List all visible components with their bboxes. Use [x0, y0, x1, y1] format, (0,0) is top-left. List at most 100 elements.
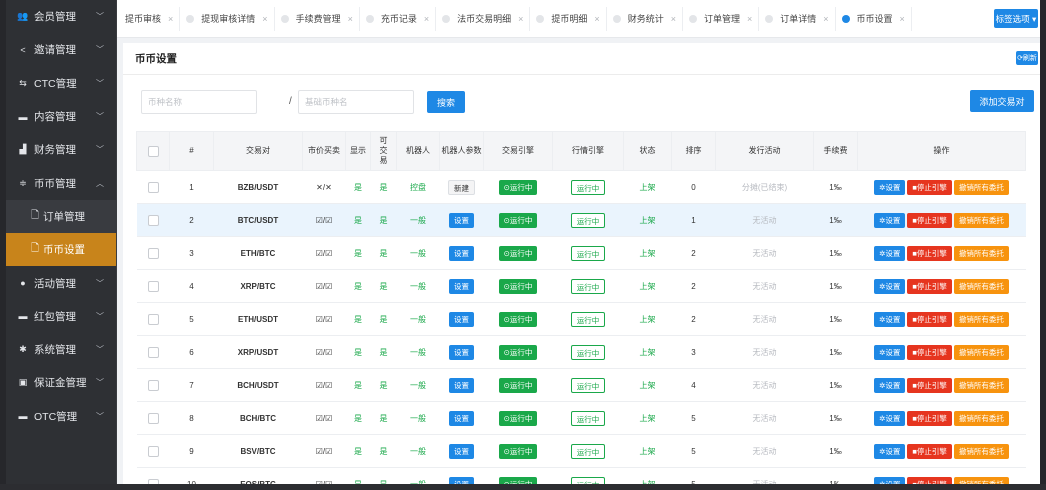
quote-engine-status-button[interactable]: 运行中: [570, 410, 606, 426]
robot-settings-button[interactable]: 设置: [449, 245, 474, 261]
sidebar-item-deposit[interactable]: ▣ 保证金管理 ﹀: [6, 366, 116, 399]
trade-engine-status-button[interactable]: ⊙运行中: [498, 377, 538, 393]
select-all-checkbox[interactable]: [147, 145, 159, 157]
row-checkbox[interactable]: [147, 181, 159, 193]
sidebar-item-ctc[interactable]: ⇆ CTC管理 ﹀: [6, 67, 116, 100]
cancel-all-orders-button[interactable]: 撤销所有委托: [953, 278, 1009, 294]
trade-engine-status-button[interactable]: ⊙运行中: [498, 245, 538, 261]
robot-settings-button[interactable]: 设置: [449, 278, 474, 294]
tab-3[interactable]: 充币记录 ×: [360, 6, 437, 31]
close-icon[interactable]: ×: [594, 14, 599, 24]
trade-engine-status-button[interactable]: ⊙运行中: [498, 443, 538, 459]
table-row[interactable]: 7 BCH/USDT ☑/☑ 是是一般 设置 ⊙运行中 运行中 上架 4 无活动 1‰ ✲设置 ■停止引…: [136, 368, 1026, 402]
close-icon[interactable]: ×: [424, 14, 429, 24]
trade-engine-status-button[interactable]: ⊙运行中: [498, 476, 538, 484]
label-options-button[interactable]: 标签选项 ▾: [994, 9, 1038, 28]
tab-8[interactable]: 订单详情 ×: [759, 6, 836, 31]
trade-engine-status-button[interactable]: ⊙运行中: [498, 212, 538, 228]
cancel-all-orders-button[interactable]: 撤销所有委托: [953, 344, 1009, 360]
trade-engine-status-button[interactable]: ⊙运行中: [498, 278, 538, 294]
row-checkbox[interactable]: [147, 214, 159, 226]
quote-engine-status-button[interactable]: 运行中: [570, 476, 606, 484]
tab-0[interactable]: 提币审核 ×: [119, 6, 181, 31]
search-button[interactable]: 搜索: [427, 91, 465, 113]
table-row[interactable]: 1 BZB/USDT ✕/✕ 是是控盘 新建 ⊙运行中 运行中 上架 0 分摊(已结束) 1‰ ✲设置…: [136, 170, 1026, 204]
settings-button[interactable]: ✲设置: [874, 179, 906, 195]
table-row[interactable]: 4 XRP/BTC ☑/☑ 是是一般 设置 ⊙运行中 运行中 上架 2 无活动 1‰ ✲设置 ■停止引擎…: [136, 269, 1026, 303]
sidebar-item-finance[interactable]: ▟ 财务管理 ﹀: [6, 133, 116, 166]
refresh-button[interactable]: ⟳刷新: [1016, 51, 1038, 65]
robot-settings-button[interactable]: 设置: [449, 476, 474, 484]
quote-engine-status-button[interactable]: 运行中: [570, 443, 606, 459]
close-icon[interactable]: ×: [168, 14, 173, 24]
cancel-all-orders-button[interactable]: 撤销所有委托: [953, 443, 1009, 459]
stop-engine-button[interactable]: ■停止引擎: [907, 278, 952, 294]
table-row[interactable]: 2 BTC/USDT ☑/☑ 是是一般 设置 ⊙运行中 运行中 上架 1 无活动 1‰ ✲设置 ■停止引…: [136, 203, 1026, 237]
sidebar-item-coin[interactable]: ≑ 币币管理 ︿: [6, 166, 116, 199]
quote-engine-status-button[interactable]: 运行中: [570, 179, 606, 195]
cancel-all-orders-button[interactable]: 撤销所有委托: [953, 476, 1009, 484]
quote-engine-status-button[interactable]: 运行中: [570, 311, 606, 327]
table-row[interactable]: 8 BCH/BTC ☑/☑ 是是一般 设置 ⊙运行中 运行中 上架 5 无活动 1‰ ✲设置 ■停止引擎…: [136, 401, 1026, 435]
trade-engine-status-button[interactable]: ⊙运行中: [498, 344, 538, 360]
tab-5[interactable]: 提币明细 ×: [530, 6, 607, 31]
sidebar-item-redpacket[interactable]: ▬ 红包管理 ﹀: [6, 300, 116, 333]
settings-button[interactable]: ✲设置: [874, 443, 906, 459]
stop-engine-button[interactable]: ■停止引擎: [907, 476, 952, 484]
row-checkbox[interactable]: [147, 280, 159, 292]
settings-button[interactable]: ✲设置: [874, 245, 906, 261]
tab-7[interactable]: 订单管理 ×: [683, 6, 760, 31]
robot-settings-button[interactable]: 设置: [449, 344, 474, 360]
stop-engine-button[interactable]: ■停止引擎: [907, 245, 952, 261]
close-icon[interactable]: ×: [348, 14, 353, 24]
settings-button[interactable]: ✲设置: [874, 311, 906, 327]
sidebar-item-activity[interactable]: ● 活动管理 ﹀: [6, 266, 116, 299]
close-icon[interactable]: ×: [900, 14, 905, 24]
cancel-all-orders-button[interactable]: 撤销所有委托: [953, 245, 1009, 261]
trade-engine-status-button[interactable]: ⊙运行中: [498, 410, 538, 426]
quote-engine-status-button[interactable]: 运行中: [570, 245, 606, 261]
cancel-all-orders-button[interactable]: 撤销所有委托: [953, 410, 1009, 426]
tab-2[interactable]: 手续费管理 ×: [275, 6, 360, 31]
sidebar-item-otc[interactable]: ▬ OTC管理 ﹀: [6, 400, 116, 433]
robot-settings-button[interactable]: 设置: [449, 443, 474, 459]
coin-name-input[interactable]: [141, 90, 257, 114]
table-row[interactable]: 6 XRP/USDT ☑/☑ 是是一般 设置 ⊙运行中 运行中 上架 3 无活动 1‰ ✲设置 ■停止引…: [136, 335, 1026, 369]
tab-6[interactable]: 财务统计 ×: [607, 6, 683, 31]
trade-engine-status-button[interactable]: ⊙运行中: [498, 179, 538, 195]
settings-button[interactable]: ✲设置: [874, 410, 906, 426]
sidebar-item-content[interactable]: ▬ 内容管理 ﹀: [6, 100, 116, 133]
robot-settings-button[interactable]: 设置: [449, 212, 474, 228]
settings-button[interactable]: ✲设置: [874, 212, 906, 228]
stop-engine-button[interactable]: ■停止引擎: [907, 179, 952, 195]
stop-engine-button[interactable]: ■停止引擎: [907, 212, 952, 228]
table-row[interactable]: 5 ETH/USDT ☑/☑ 是是一般 设置 ⊙运行中 运行中 上架 2 无活动 1‰ ✲设置 ■停止引…: [136, 302, 1026, 336]
tab-1[interactable]: 提现审核详情 ×: [180, 6, 275, 31]
robot-settings-button[interactable]: 设置: [449, 377, 474, 393]
row-checkbox[interactable]: [147, 379, 159, 391]
cancel-all-orders-button[interactable]: 撤销所有委托: [953, 311, 1009, 327]
settings-button[interactable]: ✲设置: [874, 344, 906, 360]
quote-engine-status-button[interactable]: 运行中: [570, 212, 606, 228]
close-icon[interactable]: ×: [262, 14, 267, 24]
settings-button[interactable]: ✲设置: [874, 476, 906, 484]
stop-engine-button[interactable]: ■停止引擎: [907, 377, 952, 393]
cancel-all-orders-button[interactable]: 撤销所有委托: [953, 179, 1009, 195]
stop-engine-button[interactable]: ■停止引擎: [907, 410, 952, 426]
cancel-all-orders-button[interactable]: 撤销所有委托: [953, 377, 1009, 393]
sidebar-subitem-coin-settings[interactable]: 🗋 币币设置: [6, 233, 116, 267]
stop-engine-button[interactable]: ■停止引擎: [907, 443, 952, 459]
tab-4[interactable]: 法币交易明细 ×: [436, 6, 531, 31]
row-checkbox[interactable]: [147, 346, 159, 358]
add-pair-button[interactable]: 添加交易对: [970, 90, 1034, 112]
quote-engine-status-button[interactable]: 运行中: [570, 344, 606, 360]
table-row[interactable]: 10EOS/BTC☑/☑是是一般设置⊙运行中运行中上架5无活动1‰✲设置■停止引…: [136, 467, 1026, 484]
sidebar-item-members[interactable]: 👥 会员管理 ﹀: [6, 0, 116, 33]
sidebar-item-system[interactable]: ✱ 系统管理 ﹀: [6, 333, 116, 366]
table-row[interactable]: 9 BSV/BTC ☑/☑ 是是一般 设置 ⊙运行中 运行中 上架 5 无活动 1‰ ✲设置 ■停止引擎…: [136, 434, 1026, 468]
row-checkbox[interactable]: [147, 247, 159, 259]
sidebar-subitem-orders[interactable]: 🗋 订单管理: [6, 199, 116, 234]
robot-settings-button[interactable]: 设置: [449, 311, 474, 327]
sidebar-item-invite[interactable]: < 邀请管理 ﹀: [6, 33, 116, 66]
robot-settings-button[interactable]: 设置: [449, 410, 474, 426]
